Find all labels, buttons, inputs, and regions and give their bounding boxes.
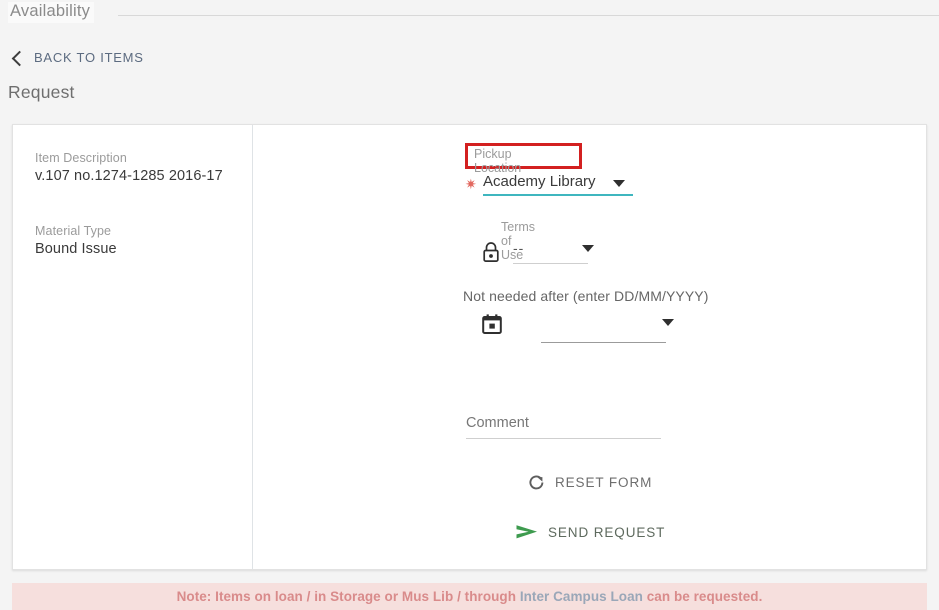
request-card: Item Description v.107 no.1274-1285 2016… [12, 124, 927, 570]
item-details-panel: Item Description v.107 no.1274-1285 2016… [13, 125, 253, 569]
back-to-items-link[interactable]: BACK TO ITEMS [11, 50, 144, 66]
refresh-icon [527, 473, 546, 492]
chevron-down-icon[interactable] [662, 319, 674, 326]
material-type-label: Material Type [35, 224, 112, 238]
terms-of-use-value: -- [513, 240, 525, 256]
terms-of-use-select[interactable]: -- [513, 240, 594, 264]
not-needed-after-input[interactable] [541, 313, 674, 343]
comment-underline [466, 438, 661, 439]
pickup-location-row: ✷ Academy Library [465, 173, 633, 196]
tab-divider [118, 15, 939, 16]
footer-note: Note: Items on loan / in Storage or Mus … [177, 589, 763, 604]
pickup-location-select[interactable]: Academy Library [483, 173, 633, 196]
back-to-items-label: BACK TO ITEMS [34, 50, 144, 65]
not-needed-after-field [481, 313, 674, 343]
pickup-location-value: Academy Library [483, 173, 596, 190]
chevron-down-icon[interactable] [613, 180, 625, 187]
page-title: Request [8, 82, 75, 102]
request-form-panel: Pickup Location ✷ Academy Library Terms … [253, 125, 926, 569]
terms-of-use-row: -- [481, 240, 594, 264]
required-asterisk-icon: ✷ [465, 176, 477, 192]
comment-field[interactable]: Comment [466, 415, 661, 439]
send-request-label: SEND REQUEST [548, 524, 666, 540]
footer-note-text-after: can be requested. [642, 589, 763, 604]
footer-note-text-before: Note: Items on loan / in Storage or Mus … [176, 589, 520, 604]
chevron-left-icon [11, 50, 28, 66]
inter-campus-loan-link[interactable]: Inter Campus Loan [520, 589, 643, 604]
send-request-button[interactable]: SEND REQUEST [515, 523, 665, 541]
footer-note-bar: Note: Items on loan / in Storage or Mus … [12, 583, 927, 610]
send-arrow-icon [515, 523, 539, 541]
material-type-value: Bound Issue [35, 241, 117, 257]
request-page: Availability BACK TO ITEMS Request Item … [0, 0, 939, 610]
chevron-down-icon[interactable] [582, 245, 594, 252]
item-description-block: Item Description v.107 no.1274-1285 2016… [35, 151, 252, 184]
comment-label: Comment [466, 415, 529, 431]
reset-form-label: RESET FORM [555, 475, 653, 490]
not-needed-after-label: Not needed after (enter DD/MM/YYYY) [463, 288, 709, 304]
tab-availability[interactable]: Availability [8, 2, 95, 23]
lock-icon [481, 241, 501, 263]
reset-form-button[interactable]: RESET FORM [527, 473, 652, 492]
item-description-value: v.107 no.1274-1285 2016-17 [35, 168, 223, 184]
pickup-location-label: Pickup Location [474, 147, 522, 175]
item-description-label: Item Description [35, 151, 127, 165]
tab-strip: Availability [0, 0, 939, 30]
calendar-icon[interactable] [481, 313, 503, 336]
material-type-block: Material Type Bound Issue [35, 224, 252, 257]
